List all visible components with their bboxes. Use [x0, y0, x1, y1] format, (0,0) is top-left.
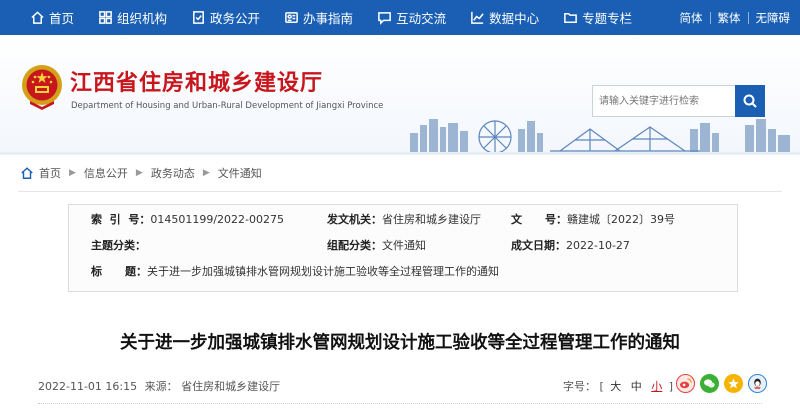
- breadcrumb-file-notices[interactable]: 文件通知: [218, 165, 262, 181]
- weibo-icon: [679, 378, 692, 389]
- folder-icon: [564, 13, 577, 23]
- meta-issuer-value: 省住房和城乡建设厅: [382, 213, 481, 226]
- national-emblem-icon: [22, 65, 62, 110]
- chart-line-icon: [471, 11, 484, 24]
- article-datetime: 2022-11-01 16:15: [38, 380, 138, 393]
- meta-docno: 文 号： 赣建城〔2022〕39号: [511, 211, 675, 227]
- city-skyline-illustration: [410, 119, 790, 152]
- search-icon: [743, 94, 757, 108]
- meta-index: 索 引 号： 014501199/2022-00275: [91, 211, 284, 227]
- meta-index-label: 索 引 号：: [91, 213, 151, 226]
- nav-item-label: 专题专栏: [582, 11, 633, 26]
- article-source-label: 来源：: [144, 380, 178, 393]
- meta-category: 组配分类： 文件通知: [327, 237, 426, 253]
- share-buttons: [676, 374, 772, 393]
- nav-item-label: 组织机构: [117, 11, 168, 26]
- nav-item-data-center[interactable]: 数据中心: [458, 0, 551, 35]
- nav-item-special-topics[interactable]: 专题专栏: [551, 0, 644, 35]
- breadcrumb: 首页 ▶ 信息公开 ▶ 政务动态 ▶ 文件通知: [0, 155, 800, 191]
- id-card-icon: [285, 12, 298, 23]
- nav-item-home[interactable]: 首页: [30, 0, 86, 35]
- breadcrumb-rule: [18, 191, 782, 192]
- home-icon: [21, 167, 33, 179]
- share-qq-button[interactable]: [748, 374, 767, 393]
- site-title: 江西省住房和城乡建设厅: [70, 71, 324, 96]
- language-switcher: 简体 繁体 无障碍: [680, 10, 791, 26]
- breadcrumb-government-news[interactable]: 政务动态: [151, 165, 195, 181]
- nav-item-label: 办事指南: [303, 11, 354, 26]
- font-size-large[interactable]: 大: [610, 380, 621, 393]
- font-size-label: 字号：: [563, 380, 596, 393]
- nav-item-label: 政务公开: [210, 11, 261, 26]
- meta-topic: 主题分类：: [91, 237, 146, 253]
- grid-icon: [99, 11, 112, 24]
- meta-issuer-label: 发文机关：: [327, 213, 382, 226]
- breadcrumb-separator: ▶: [69, 168, 76, 178]
- lang-divider: [709, 11, 711, 24]
- article-info-bar: 2022-11-01 16:15 来源： 省住房和城乡建设厅 字号： [ 大 中…: [38, 374, 767, 404]
- meta-index-value: 014501199/2022-00275: [150, 212, 284, 226]
- nav-item-label: 互动交流: [396, 11, 447, 26]
- nav-item-label: 数据中心: [489, 11, 540, 26]
- lang-traditional-link[interactable]: 繁体: [718, 10, 741, 26]
- meta-date: 成文日期： 2022-10-27: [511, 237, 630, 253]
- article-publish-info: 2022-11-01 16:15 来源： 省住房和城乡建设厅: [38, 378, 280, 394]
- nav-item-service-guide[interactable]: 办事指南: [272, 0, 365, 35]
- nav-item-government-affairs[interactable]: 政务公开: [179, 0, 272, 35]
- font-size-small[interactable]: 小: [651, 380, 662, 393]
- qq-icon: [754, 378, 761, 389]
- top-nav-bar: 首页 组织机构 政务公开 办事指南 互动交流 数据中心 专题专栏 简体 繁体 无…: [0, 0, 800, 35]
- breadcrumb-separator: ▶: [202, 168, 210, 178]
- nav-item-organization[interactable]: 组织机构: [86, 0, 179, 35]
- share-qzone-button[interactable]: [724, 374, 743, 393]
- document-check-icon: [193, 11, 204, 24]
- article-source-value: 省住房和城乡建设厅: [181, 380, 281, 393]
- meta-date-label: 成文日期：: [511, 239, 566, 252]
- lang-simplified-link[interactable]: 简体: [680, 10, 703, 26]
- breadcrumb-info-disclosure[interactable]: 信息公开: [84, 165, 128, 181]
- meta-title: 标 题： 关于进一步加强城镇排水管网规划设计施工验收等全过程管理工作的通知: [91, 263, 499, 279]
- breadcrumb-home[interactable]: 首页: [39, 165, 61, 181]
- meta-title-value: 关于进一步加强城镇排水管网规划设计施工验收等全过程管理工作的通知: [146, 265, 499, 278]
- meta-category-label: 组配分类：: [327, 239, 382, 252]
- breadcrumb-separator: ▶: [135, 168, 143, 178]
- site-subtitle: Department of Housing and Urban-Rural De…: [71, 101, 384, 111]
- meta-issuer: 发文机关： 省住房和城乡建设厅: [327, 211, 481, 227]
- site-header: 江西省住房和城乡建设厅 Department of Housing and Ur…: [0, 35, 800, 152]
- chat-icon: [378, 12, 391, 25]
- wechat-icon: [704, 379, 715, 388]
- lang-divider: [747, 11, 749, 24]
- meta-title-label: 标 题：: [91, 265, 147, 278]
- font-size-switcher: 字号： [ 大 中 小 ]: [563, 378, 673, 394]
- font-size-bracket-open: [: [599, 380, 604, 393]
- nav-item-label: 首页: [49, 11, 75, 26]
- nav-item-interaction[interactable]: 互动交流: [365, 0, 458, 35]
- meta-docno-label: 文 号：: [511, 213, 567, 226]
- qzone-icon: [728, 378, 739, 389]
- meta-category-value: 文件通知: [382, 239, 426, 252]
- home-icon: [31, 11, 44, 24]
- meta-topic-label: 主题分类：: [91, 239, 146, 252]
- article-title: 关于进一步加强城镇排水管网规划设计施工验收等全过程管理工作的通知: [120, 333, 680, 353]
- share-weibo-button[interactable]: [676, 374, 695, 393]
- font-size-medium[interactable]: 中: [631, 380, 642, 393]
- document-meta-card: 索 引 号： 014501199/2022-00275 发文机关： 省住房和城乡…: [68, 204, 738, 292]
- main-nav: 首页 组织机构 政务公开 办事指南 互动交流 数据中心 专题专栏: [30, 0, 644, 35]
- search-button[interactable]: [735, 85, 765, 117]
- accessibility-link[interactable]: 无障碍: [756, 10, 791, 26]
- share-wechat-button[interactable]: [700, 374, 719, 393]
- font-size-bracket-close: ]: [668, 380, 674, 393]
- meta-date-value: 2022-10-27: [566, 238, 630, 252]
- meta-docno-value: 赣建城〔2022〕39号: [566, 213, 675, 226]
